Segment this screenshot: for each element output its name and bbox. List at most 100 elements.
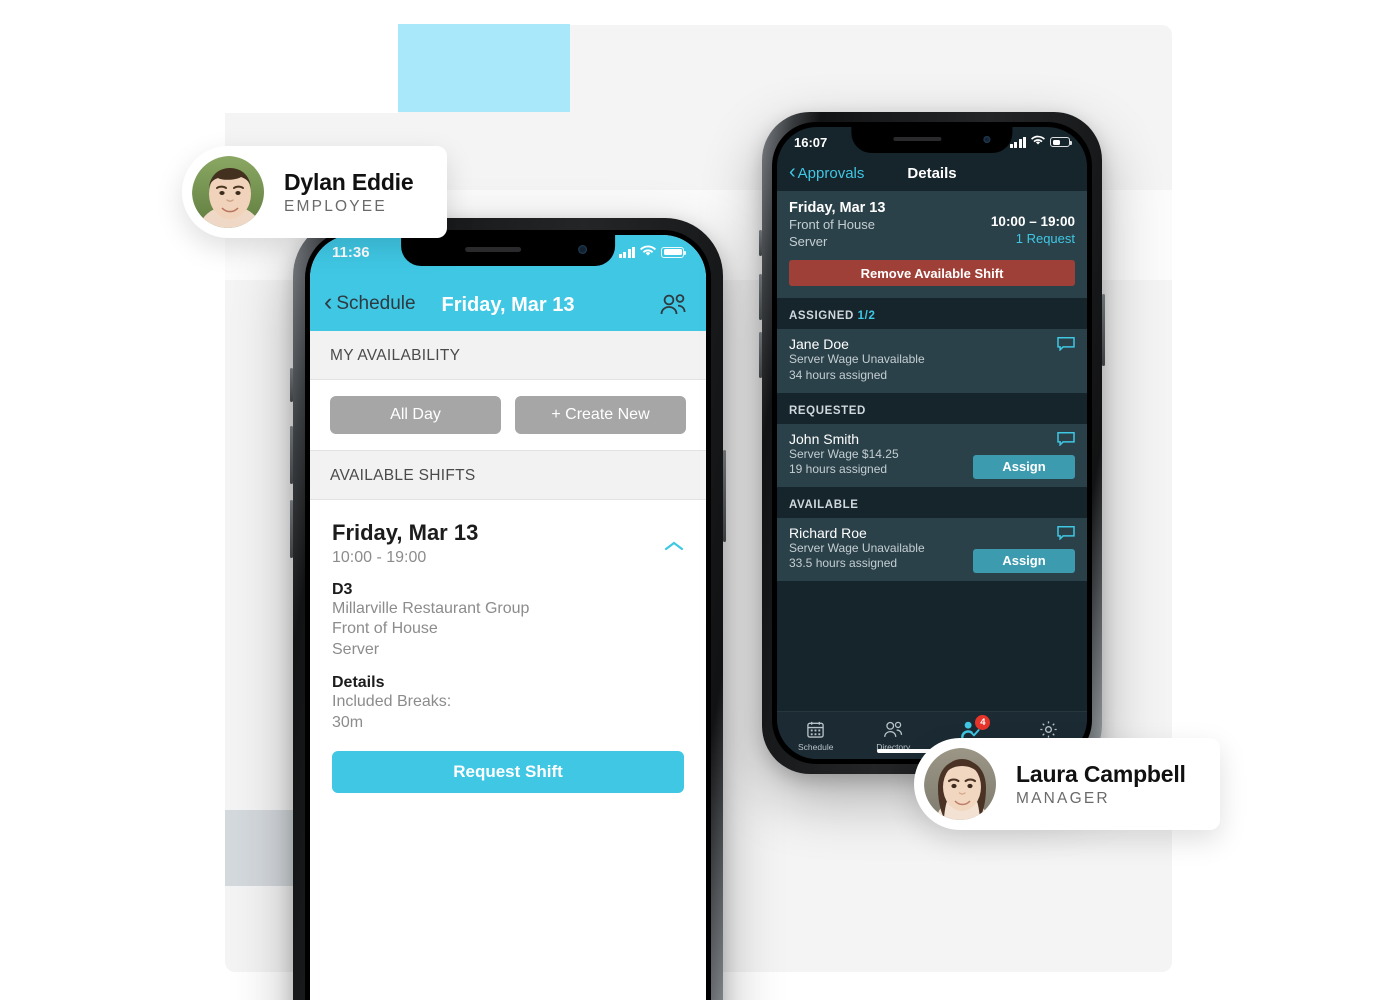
page-title: Details (907, 164, 957, 182)
shift-role: Server (332, 640, 380, 658)
back-to-schedule-button[interactable]: ‹ Schedule (324, 290, 416, 317)
shift-code: D3 (332, 581, 353, 598)
request-count[interactable]: 1 Request (991, 231, 1075, 246)
phone-mute-switch[interactable] (290, 368, 293, 402)
phone-volume-up-button[interactable] (759, 274, 762, 320)
shift-details-block: Details Included Breaks: 30m (332, 674, 684, 733)
group-count: 1/2 (857, 310, 876, 323)
wifi-icon (1031, 135, 1045, 149)
assign-button[interactable]: Assign (973, 548, 1075, 573)
people-icon (855, 719, 933, 740)
available-shifts-label: AVAILABLE SHIFTS (310, 450, 706, 500)
tab-schedule[interactable]: Schedule (777, 719, 855, 752)
tab-label: Schedule (798, 742, 834, 752)
wifi-icon (640, 244, 656, 260)
group-title: AVAILABLE (789, 498, 859, 511)
chevron-up-icon[interactable] (664, 536, 684, 556)
person-name: Jane Doe (789, 336, 849, 353)
person-name: John Smith (789, 430, 860, 447)
group-label-requested: REQUESTED (777, 392, 1087, 424)
employee-phone-bezel: 11:36 ‹ Schedule Friday, Mar 13 MY AVAIL… (305, 230, 711, 1000)
person-hours: 34 hours assigned (789, 367, 888, 382)
battery-low-icon (1050, 137, 1072, 147)
persona-name: Laura Campbell (1016, 760, 1186, 787)
remove-available-shift-button[interactable]: Remove Available Shift (789, 260, 1075, 287)
request-shift-button[interactable]: Request Shift (332, 751, 684, 794)
avatar (922, 746, 998, 822)
front-camera (983, 136, 991, 143)
person-wage: Server Wage Unavailable (789, 540, 925, 555)
group-label-assigned: ASSIGNED 1/2 (777, 298, 1087, 330)
shift-company: Millarville Restaurant Group (332, 600, 530, 617)
status-time: 16:07 (794, 134, 828, 150)
shift-date: Friday, Mar 13 (789, 200, 886, 216)
chevron-left-icon: ‹ (324, 288, 333, 316)
availability-buttons-row: All Day + Create New (310, 380, 706, 450)
front-camera (577, 245, 587, 254)
chat-bubble-icon[interactable] (1057, 431, 1075, 447)
person-wage: Server Wage $14.25 (789, 446, 899, 461)
calendar-icon (777, 719, 855, 740)
my-availability-label: MY AVAILABILITY (310, 331, 706, 380)
avatar (190, 154, 266, 230)
shift-org-block: D3 Millarville Restaurant Group Front of… (332, 581, 684, 660)
shift-card-header[interactable]: Friday, Mar 13 10:00 - 19:00 (332, 520, 684, 567)
background-cyan-block (398, 24, 570, 112)
list-item[interactable]: Richard Roe Server Wage Unavailable 33.5… (777, 517, 1087, 581)
included-breaks-value: 30m (332, 713, 364, 731)
manager-phone-bezel: 16:07 ‹ Approvals Details Friday, Mar 13… (772, 122, 1092, 764)
status-time: 11:36 (332, 243, 370, 261)
phone-volume-down-button[interactable] (759, 332, 762, 378)
assign-button[interactable]: Assign (973, 454, 1075, 479)
shift-department: Front of House (789, 217, 875, 232)
earpiece-speaker (893, 137, 942, 141)
back-to-approvals-button[interactable]: ‹ Approvals (789, 162, 864, 184)
list-item[interactable]: John Smith Server Wage $14.25 19 hours a… (777, 423, 1087, 487)
cellular-bars-icon (1009, 136, 1026, 148)
phone-mute-switch[interactable] (759, 230, 762, 256)
earpiece-speaker (465, 247, 522, 252)
employee-phone-device: 11:36 ‹ Schedule Friday, Mar 13 MY AVAIL… (290, 218, 726, 1000)
person-name: Richard Roe (789, 524, 867, 541)
persona-role: MANAGER (1016, 789, 1110, 807)
shift-role: Server (789, 234, 828, 250)
phone-volume-down-button[interactable] (290, 500, 293, 558)
list-item[interactable]: Jane Doe Server Wage Unavailable 34 hour… (777, 329, 1087, 393)
back-label: Schedule (336, 292, 416, 314)
gear-icon (1010, 719, 1088, 740)
phone-notch (401, 235, 615, 266)
chat-bubble-icon[interactable] (1057, 525, 1075, 541)
background-white-notch (225, 25, 398, 113)
phone-power-button[interactable] (1102, 294, 1105, 366)
chevron-left-icon: ‹ (789, 161, 796, 183)
manager-screen: 16:07 ‹ Approvals Details Friday, Mar 13… (777, 127, 1087, 759)
chat-bubble-icon[interactable] (1057, 336, 1075, 352)
people-icon[interactable] (658, 293, 688, 317)
available-shift-card[interactable]: Friday, Mar 13 10:00 - 19:00 D3 Millarvi… (310, 500, 706, 794)
group-title: ASSIGNED (789, 310, 854, 323)
page-title: Friday, Mar 13 (441, 294, 575, 316)
background-gray-block (225, 810, 295, 886)
all-day-button[interactable]: All Day (330, 396, 501, 434)
tab-directory[interactable]: Directory (855, 719, 933, 752)
phone-power-button[interactable] (723, 450, 726, 542)
create-new-button[interactable]: + Create New (515, 396, 686, 434)
employee-persona-card: Dylan Eddie EMPLOYEE (182, 146, 448, 238)
shift-time: 10:00 – 19:00 (990, 214, 1075, 229)
shift-time: 10:00 - 19:00 (332, 549, 427, 566)
shift-date: Friday, Mar 13 (332, 520, 479, 545)
person-check-icon (932, 719, 1010, 740)
employee-screen: 11:36 ‹ Schedule Friday, Mar 13 MY AVAIL… (310, 235, 706, 1000)
shift-department: Front of House (332, 620, 438, 638)
group-label-available: AVAILABLE (777, 486, 1087, 518)
person-hours: 33.5 hours assigned (789, 556, 898, 571)
manager-persona-card: Laura Campbell MANAGER (914, 738, 1220, 830)
phone-volume-up-button[interactable] (290, 426, 293, 484)
persona-name: Dylan Eddie (284, 168, 414, 195)
shift-summary-header: Friday, Mar 13 Front of House Server 10:… (777, 191, 1087, 299)
included-breaks-label: Included Breaks: (332, 693, 452, 711)
promo-composition: 11:36 ‹ Schedule Friday, Mar 13 MY AVAIL… (0, 0, 1400, 1000)
manager-phone-device: 16:07 ‹ Approvals Details Friday, Mar 13… (759, 112, 1105, 774)
cellular-bars-icon (618, 246, 635, 258)
list-empty-space (777, 580, 1087, 711)
